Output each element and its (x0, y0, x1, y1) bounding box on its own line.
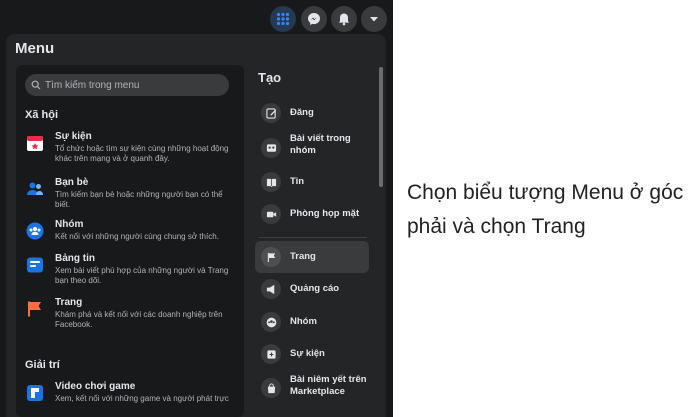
notifications-icon (338, 13, 350, 26)
event-icon (261, 344, 281, 364)
book-icon (261, 172, 281, 192)
flag-icon (25, 299, 45, 319)
menu-left-panel: Tìm kiếm trong menu Xã hội Sự kiện Tổ ch… (16, 65, 244, 417)
menu-item-events[interactable]: Sự kiện Tổ chức hoặc tìm sự kiện cùng nh… (25, 131, 237, 163)
menu-grid-button[interactable] (270, 6, 296, 32)
create-divider (259, 237, 367, 238)
news-feed-icon (25, 255, 45, 275)
friends-icon (25, 179, 45, 199)
shopping-bag-icon (261, 378, 281, 398)
messenger-icon (308, 13, 320, 25)
create-item-page[interactable]: Trang (255, 241, 369, 273)
group-post-icon (261, 138, 281, 158)
create-item-room[interactable]: Phòng họp mặt (255, 198, 369, 230)
create-item-ad[interactable]: Quảng cáo (255, 273, 369, 305)
messenger-button[interactable] (301, 6, 327, 32)
menu-item-groups[interactable]: Nhóm Kết nối với những người cùng chung … (25, 219, 237, 247)
groups-icon (25, 221, 45, 241)
megaphone-icon (261, 279, 281, 299)
create-item-post[interactable]: Đăng (255, 97, 369, 129)
flag-icon (261, 247, 281, 267)
create-panel-scrollbar[interactable] (379, 67, 383, 187)
dropdown-icon (370, 17, 378, 22)
create-item-story[interactable]: Tin (255, 166, 369, 198)
create-item-marketplace[interactable]: Bài niêm yết trên Marketplace (255, 370, 369, 406)
group-icon (261, 312, 281, 332)
menu-item-friends[interactable]: Bạn bè Tìm kiếm bạn bè hoặc những người … (25, 177, 237, 209)
gaming-icon (25, 383, 45, 403)
account-dropdown-button[interactable] (361, 6, 387, 32)
video-icon (261, 204, 281, 224)
create-item-group-post[interactable]: Bài viết trong nhóm (255, 130, 369, 166)
create-title: Tạo (258, 70, 282, 85)
section-title-entertainment: Giải trí (25, 359, 60, 371)
create-item-group[interactable]: Nhóm (255, 306, 369, 338)
section-title-social: Xã hội (25, 109, 59, 121)
create-panel: Tạo Đăng Bài viết trong nhóm Tin Phòng h… (251, 65, 373, 417)
caption-text: Chọn biểu tượng Menu ở góc phải và chọn … (407, 181, 684, 238)
search-icon (31, 80, 41, 90)
menu-item-pages[interactable]: Trang Khám phá và kết nối với các doanh … (25, 297, 237, 329)
calendar-icon (25, 133, 45, 153)
create-item-event[interactable]: Sự kiện (255, 338, 369, 370)
menu-panel: Menu Tìm kiếm trong menu Xã hội Sự kiện … (6, 34, 386, 417)
menu-title: Menu (15, 40, 55, 57)
menu-item-gaming-video[interactable]: Video chơi game Xem, kết nối với những g… (25, 381, 237, 413)
search-placeholder: Tìm kiếm trong menu (45, 79, 140, 91)
search-input[interactable]: Tìm kiếm trong menu (25, 74, 229, 96)
menu-grid-icon (276, 12, 290, 26)
pencil-icon (261, 103, 281, 123)
menu-item-news-feed[interactable]: Bảng tin Xem bài viết phù hợp của những … (25, 253, 237, 285)
facebook-screenshot: Menu Tìm kiếm trong menu Xã hội Sự kiện … (0, 0, 393, 417)
notifications-button[interactable] (331, 6, 357, 32)
